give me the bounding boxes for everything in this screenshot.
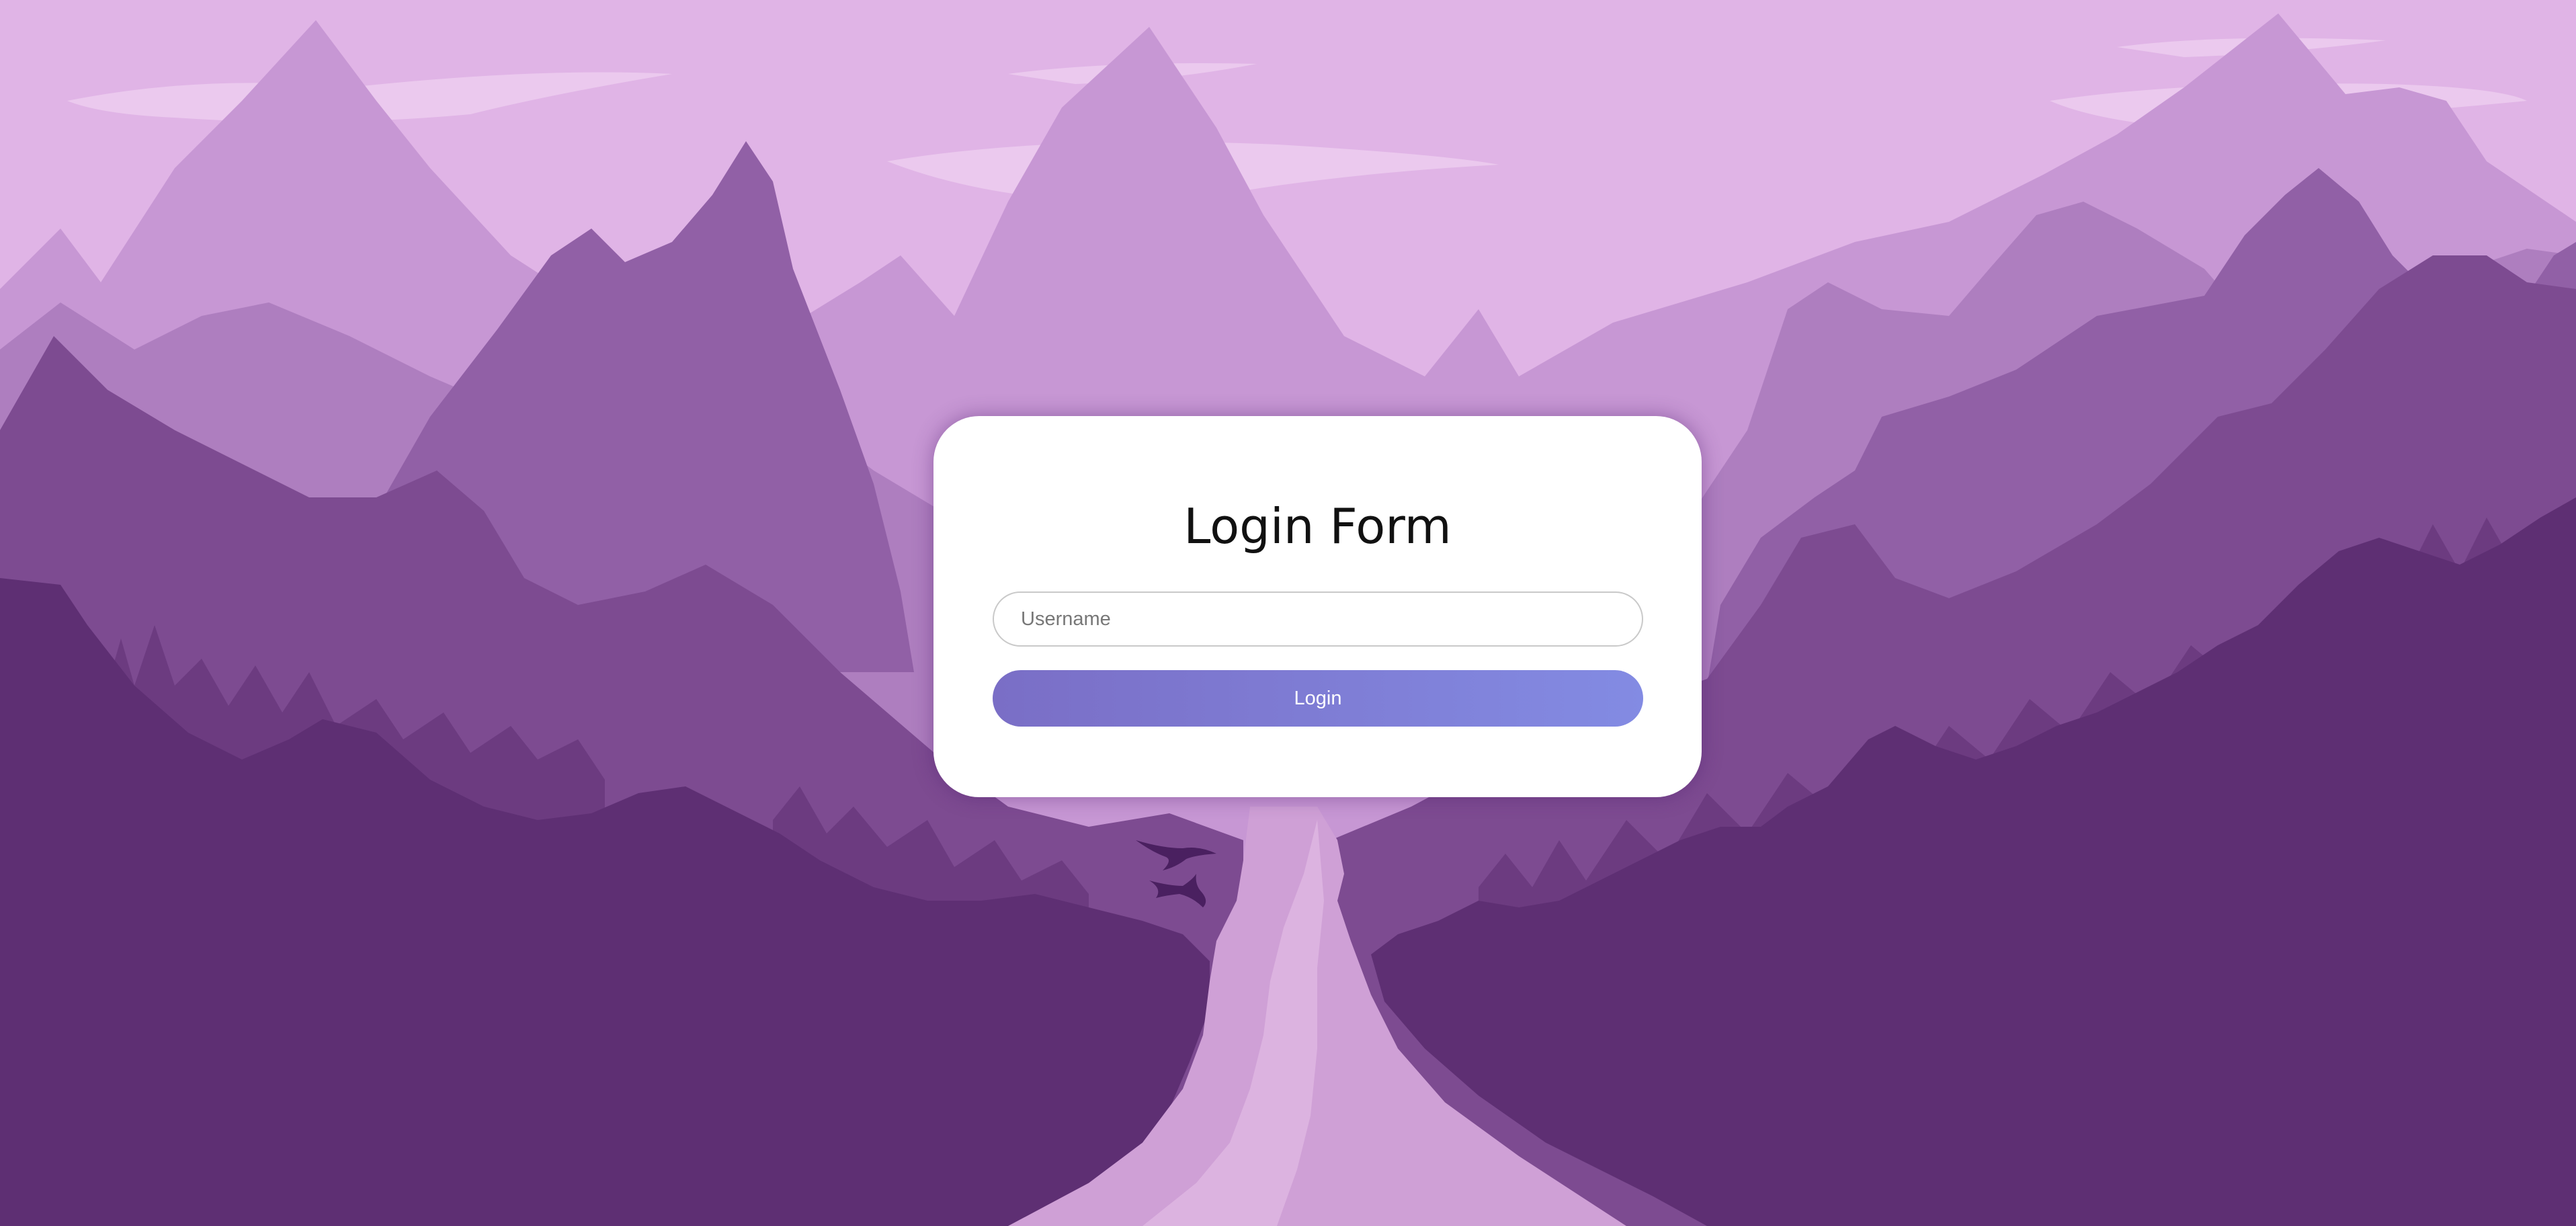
username-input[interactable] (993, 591, 1643, 647)
login-card: Login Form Login (933, 416, 1702, 797)
login-form-title: Login Form (1183, 498, 1452, 555)
login-button[interactable]: Login (993, 670, 1643, 727)
